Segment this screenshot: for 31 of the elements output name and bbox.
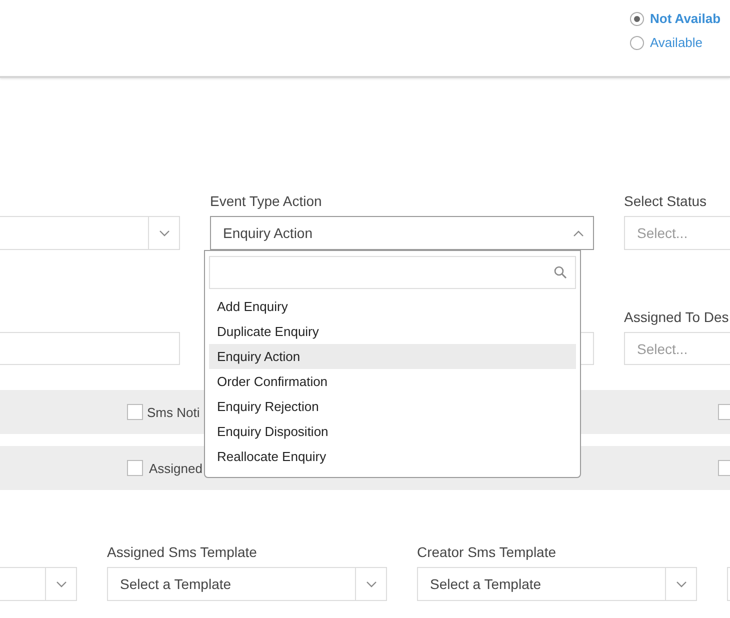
chevron-up-icon (572, 230, 584, 236)
checkbox[interactable] (127, 460, 143, 476)
chevron-down-icon (158, 230, 170, 236)
dropdown-option[interactable]: Reallocate Enquiry (209, 444, 576, 469)
dropdown-option[interactable]: Enquiry Disposition (209, 419, 576, 444)
field-label: Assigned To Des (624, 308, 730, 327)
dropdown-option[interactable]: Add Enquiry (209, 294, 576, 319)
search-field[interactable] (209, 256, 576, 289)
field-label: Event Type Action (210, 192, 323, 211)
checkbox[interactable] (718, 460, 730, 476)
dropdown-option[interactable]: Enquiry Action (209, 344, 576, 369)
dropdown-select[interactable] (0, 567, 77, 601)
field-label: Select Status (624, 192, 708, 211)
dropdown-select[interactable]: Select a Template (417, 567, 697, 601)
checkbox[interactable] (127, 404, 143, 420)
chevron-down-icon (56, 580, 66, 588)
field-label: Assigned Sms Template (107, 543, 258, 562)
dropdown-option[interactable]: Enquiry Rejection (209, 394, 576, 419)
chevron-down-icon (676, 580, 686, 588)
checkbox-label: Assigned (149, 460, 202, 476)
dropdown-select[interactable]: Select a Template (107, 567, 387, 601)
dropdown-select[interactable] (0, 216, 180, 250)
chevron-down-icon (366, 580, 376, 588)
input-field[interactable] (0, 332, 180, 365)
search-icon (554, 266, 567, 279)
dropdown-option[interactable]: Duplicate Enquiry (209, 319, 576, 344)
dropdown-option[interactable]: Order Confirmation (209, 369, 576, 394)
dropdown-select[interactable]: Enquiry Action (210, 216, 594, 250)
checkbox-label: Sms Noti (147, 404, 200, 420)
field-label: Creator Sms Template (417, 543, 558, 562)
checkbox[interactable] (718, 404, 730, 420)
